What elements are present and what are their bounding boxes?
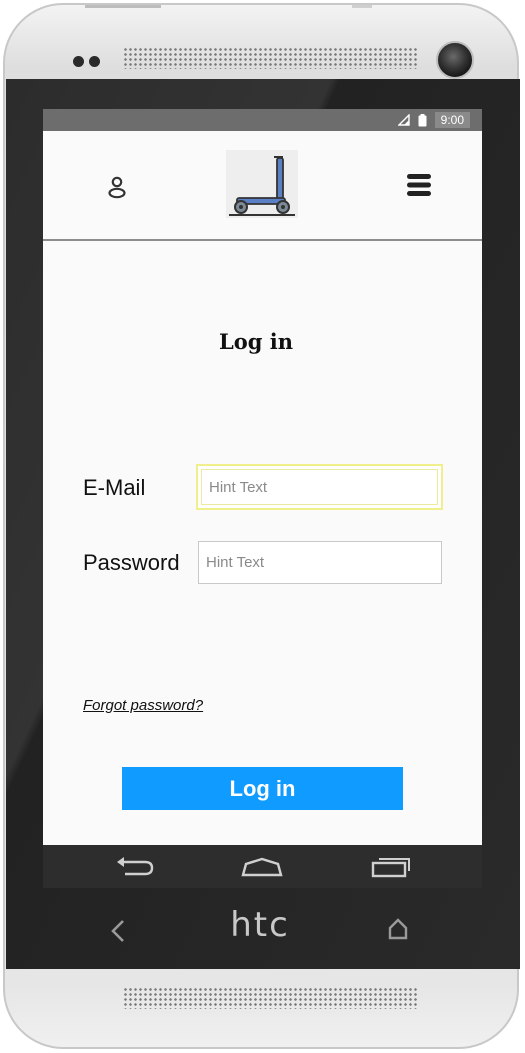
password-field[interactable] — [198, 541, 442, 584]
app-header — [43, 131, 482, 241]
forgot-password-link[interactable]: Forgot password? — [83, 697, 203, 714]
user-icon[interactable] — [107, 175, 127, 199]
home-icon[interactable] — [240, 854, 284, 880]
status-time: 9:00 — [434, 112, 470, 128]
recent-apps-icon[interactable] — [370, 854, 412, 880]
brand-logo: htc — [230, 905, 290, 945]
power-button — [352, 5, 372, 8]
password-label: Password — [83, 550, 180, 575]
bottom-speaker — [123, 987, 419, 1009]
sensor-dots — [73, 54, 105, 72]
email-label: E-Mail — [83, 475, 146, 500]
back-icon[interactable] — [113, 854, 155, 880]
hardware-home-icon[interactable] — [387, 917, 409, 941]
app-logo[interactable] — [226, 150, 298, 218]
battery-icon — [418, 113, 427, 126]
volume-button — [85, 5, 161, 8]
kick-scooter-icon — [229, 156, 295, 216]
screen: 9:00 Log in E-Mail Hint Text Password Fo… — [43, 109, 482, 888]
earpiece-speaker — [123, 47, 419, 69]
signal-icon — [397, 114, 410, 126]
email-field-focus-ring — [196, 464, 443, 510]
login-button[interactable]: Log in — [122, 767, 403, 810]
email-field[interactable] — [201, 469, 438, 505]
hardware-back-icon[interactable] — [108, 918, 128, 944]
system-nav-bar — [43, 845, 482, 888]
hamburger-menu-icon[interactable] — [405, 171, 433, 199]
front-camera — [436, 41, 474, 79]
status-bar: 9:00 — [43, 109, 482, 131]
page-title: Log in — [218, 329, 293, 354]
